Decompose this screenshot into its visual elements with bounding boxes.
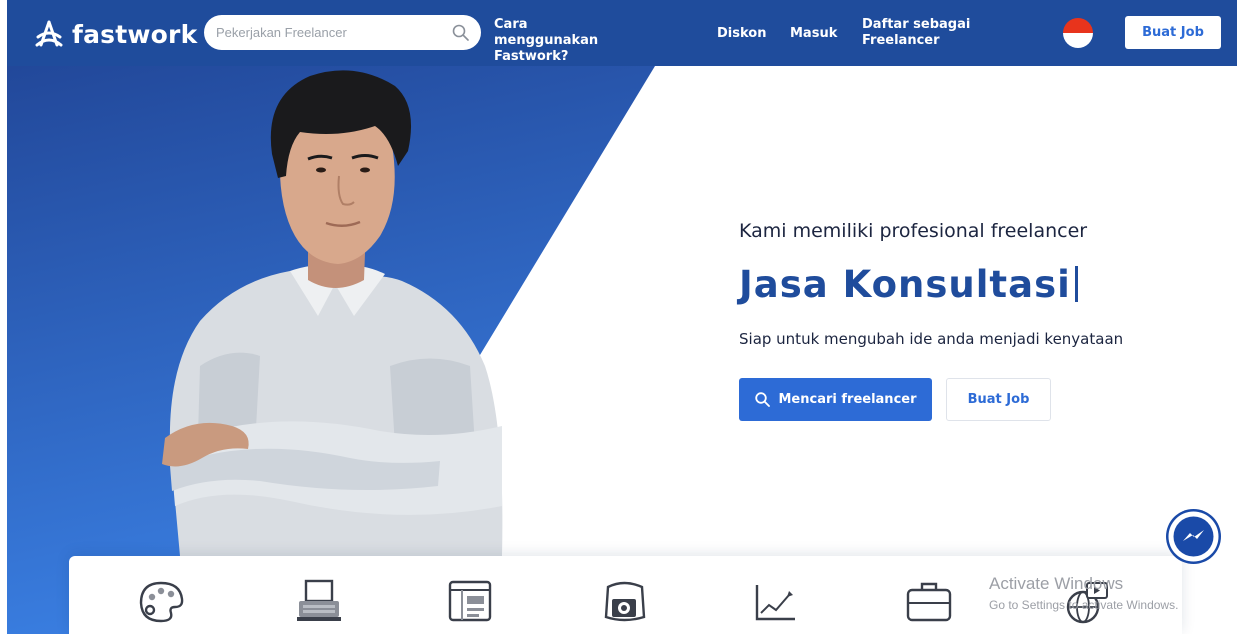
- palette-icon[interactable]: [135, 577, 187, 627]
- post-job-button[interactable]: Buat Job: [1125, 16, 1221, 49]
- messenger-chat-button[interactable]: [1166, 509, 1221, 564]
- flag-white-stripe: [1063, 33, 1093, 48]
- typing-caret: [1074, 266, 1078, 302]
- briefcase-icon[interactable]: [903, 577, 955, 627]
- hero-title: Jasa Konsultasi: [739, 261, 1219, 307]
- left-window-edge: [0, 0, 7, 634]
- login-link[interactable]: Masuk: [790, 26, 837, 42]
- hero-tagline: Siap untuk mengubah ide anda menjadi ken…: [739, 330, 1124, 348]
- messenger-icon: [1168, 511, 1219, 562]
- globe-video-icon[interactable]: [1061, 577, 1113, 627]
- search-icon[interactable]: [452, 24, 469, 41]
- line-chart-icon[interactable]: [749, 577, 801, 627]
- how-to-use-link[interactable]: Cara menggunakan Fastwork?: [494, 17, 634, 65]
- search-icon: [754, 392, 770, 407]
- search-input[interactable]: [216, 25, 441, 40]
- typewriter-icon[interactable]: [293, 577, 345, 627]
- fastwork-home-page: fastwork Cara menggunakan Fastwork? Disk…: [0, 0, 1237, 634]
- fastwork-logo[interactable]: fastwork: [32, 18, 197, 50]
- hero-content: Kami memiliki profesional freelancer Jas…: [739, 219, 1219, 348]
- hero-title-text: Jasa Konsultasi: [739, 262, 1071, 306]
- web-layout-icon[interactable]: [444, 577, 496, 627]
- logo-text: fastwork: [72, 19, 198, 49]
- category-bar: [69, 556, 1182, 634]
- find-freelancer-button[interactable]: Mencari freelancer: [739, 378, 932, 421]
- discount-link[interactable]: Diskon: [717, 26, 766, 42]
- register-freelancer-link[interactable]: Daftar sebagai Freelancer: [862, 17, 982, 49]
- find-freelancer-label: Mencari freelancer: [778, 392, 917, 407]
- flag-red-stripe: [1063, 18, 1093, 33]
- create-job-button[interactable]: Buat Job: [946, 378, 1051, 421]
- search-bar[interactable]: [204, 15, 481, 50]
- fastwork-logo-icon: [35, 20, 63, 47]
- hero-subtitle: Kami memiliki profesional freelancer: [739, 220, 1088, 242]
- hero-person-image: [162, 70, 503, 556]
- top-navbar: fastwork Cara menggunakan Fastwork? Disk…: [7, 0, 1237, 66]
- language-flag-icon[interactable]: [1063, 18, 1093, 48]
- camera-icon[interactable]: [598, 577, 650, 627]
